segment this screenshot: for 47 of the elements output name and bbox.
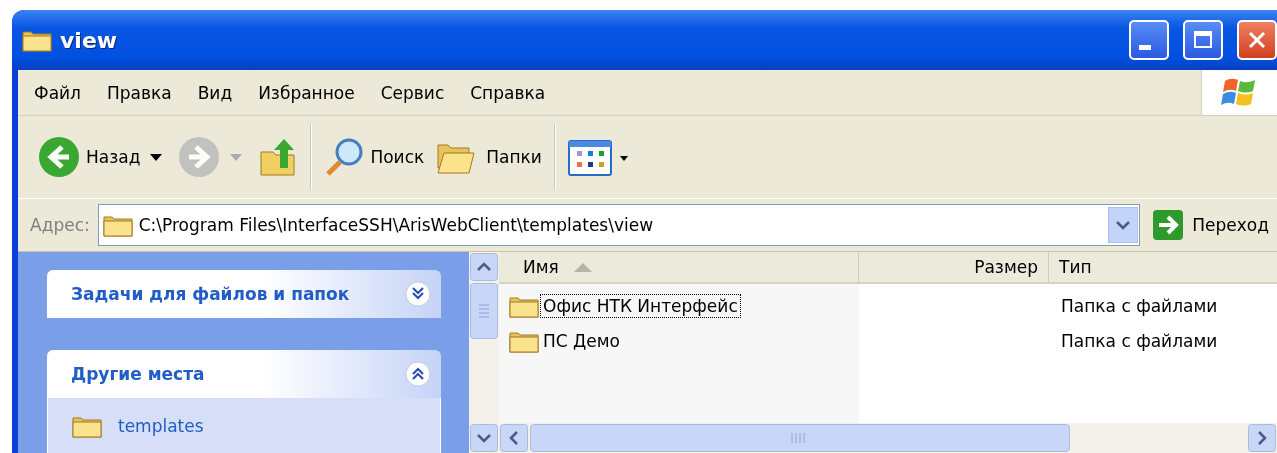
file-type: Папка с файлами: [1061, 330, 1218, 351]
horizontal-scrollbar[interactable]: [499, 423, 1277, 453]
dropdown-arrow[interactable]: [150, 153, 163, 161]
back-button[interactable]: Назад: [32, 136, 147, 178]
file-name[interactable]: ПС Демо: [540, 328, 624, 353]
column-header[interactable]: Имя: [499, 252, 859, 282]
panel-header[interactable]: Задачи для файлов и папок: [47, 270, 441, 318]
scroll-thumb-icon[interactable]: [470, 283, 498, 339]
column-header[interactable]: Тип: [1049, 252, 1277, 282]
panel-header[interactable]: Другие места: [47, 350, 441, 398]
folder-icon: [102, 213, 133, 237]
dropdown-button[interactable]: [1108, 207, 1139, 243]
folders-button[interactable]: Папки: [430, 137, 548, 177]
address-field[interactable]: C:\Program Files\InterfaceSSH\ArisWebClient\templates\view: [97, 204, 1141, 246]
address-label: Адрес:: [30, 215, 90, 235]
scroll-thumb-icon[interactable]: [530, 424, 1070, 452]
menu-item[interactable]: Вид: [184, 82, 246, 103]
menu-item[interactable]: Справка: [457, 82, 559, 103]
file-type: Папка с файлами: [1061, 295, 1218, 316]
column-header[interactable]: Размер: [859, 252, 1049, 282]
vertical-scrollbar[interactable]: [469, 252, 499, 453]
scroll-up-icon[interactable]: [470, 253, 498, 281]
minimize-icon: [1139, 45, 1151, 50]
folder-icon: [22, 28, 52, 52]
scroll-down-icon[interactable]: [470, 424, 498, 452]
menu-item[interactable]: Избранное: [245, 82, 368, 103]
menu-item[interactable]: Файл: [32, 82, 94, 103]
window-title: view: [60, 27, 118, 53]
scroll-left-icon[interactable]: [500, 424, 528, 452]
menu-item[interactable]: Правка: [93, 82, 185, 103]
file-name[interactable]: Офис НТК Интерфейс: [540, 293, 741, 318]
maximize-button[interactable]: [1183, 20, 1223, 60]
menu-item[interactable]: Сервис: [367, 82, 458, 103]
minimize-button[interactable]: [1129, 20, 1169, 60]
maximize-icon: [1193, 30, 1213, 50]
close-button[interactable]: [1237, 20, 1277, 60]
expand-icon[interactable]: [405, 281, 431, 307]
place-link[interactable]: templates: [118, 416, 204, 436]
search-icon[interactable]: [324, 136, 365, 178]
search-button[interactable]: Поиск: [318, 136, 431, 178]
collapse-icon[interactable]: [405, 361, 431, 387]
scroll-right-icon[interactable]: [1248, 424, 1276, 452]
folder-icon: [72, 414, 102, 438]
go-button[interactable]: Переход: [1148, 209, 1277, 241]
chevron-down-icon: [1116, 220, 1131, 230]
views-grid-icon[interactable]: [567, 138, 630, 176]
close-icon: [1247, 30, 1267, 50]
